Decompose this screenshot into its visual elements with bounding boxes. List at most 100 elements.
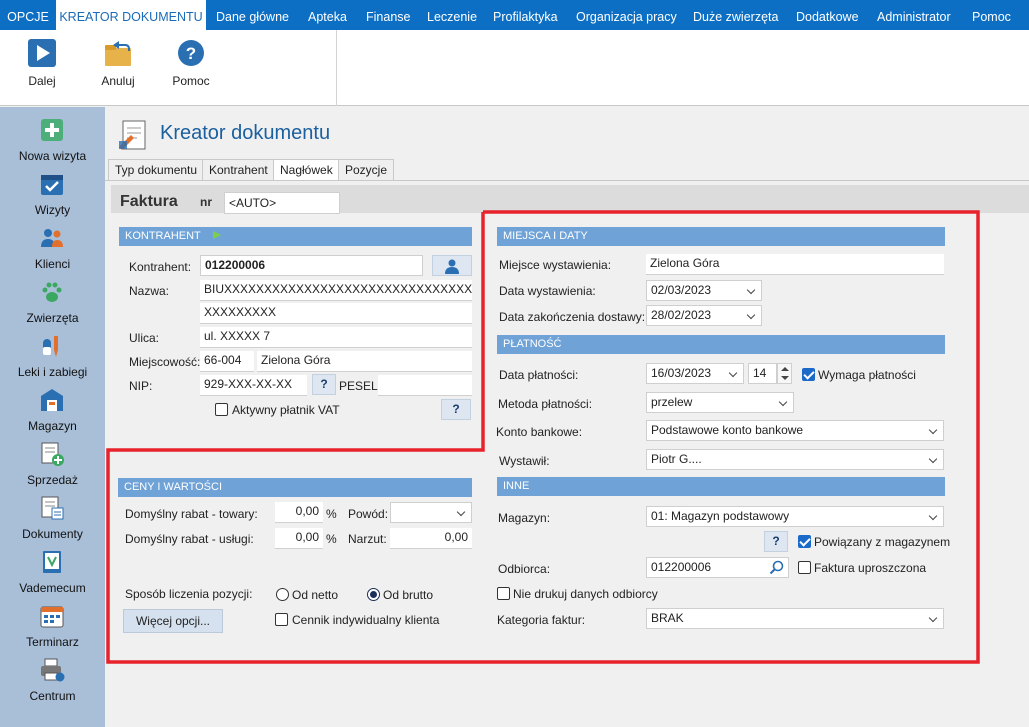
- menu-apteka[interactable]: Apteka: [308, 0, 347, 30]
- issuer-label: Wystawił:: [499, 454, 550, 468]
- sidebar-item-vademecum[interactable]: Vademecum: [0, 547, 105, 601]
- menu-leczenie[interactable]: Leczenie: [427, 0, 477, 30]
- bank-account-select[interactable]: Podstawowe konto bankowe: [646, 420, 944, 441]
- menu-kreator-dokumentu[interactable]: KREATOR DOKUMENTU: [56, 0, 206, 30]
- vat-payer-label: Aktywny płatnik VAT: [232, 403, 340, 417]
- simplified-invoice-checkbox[interactable]: [798, 561, 811, 574]
- pesel-label: PESEL:: [339, 379, 382, 393]
- payment-days-input[interactable]: 14: [748, 363, 777, 384]
- tab-kontrahent[interactable]: Kontrahent: [202, 159, 275, 180]
- sidebar-item-sprzedaz[interactable]: Sprzedaż: [0, 439, 105, 493]
- sidebar-item-zwierzeta[interactable]: Zwierzęta: [0, 277, 105, 331]
- rabat-towary-label: Domyślny rabat - towary:: [125, 507, 258, 521]
- payment-method-label: Metoda płatności:: [498, 397, 593, 411]
- requires-payment-checkbox[interactable]: [802, 368, 815, 381]
- menu-organizacja-pracy[interactable]: Organizacja pracy: [576, 0, 677, 30]
- play-icon: [28, 39, 56, 67]
- delivery-date-picker[interactable]: 28/02/2023: [646, 305, 762, 326]
- issue-date-picker[interactable]: 02/03/2023: [646, 280, 762, 301]
- no-print-recipient-label: Nie drukuj danych odbiorcy: [513, 587, 658, 601]
- menu-administrator[interactable]: Administrator: [877, 0, 951, 30]
- payment-days-stepper[interactable]: [777, 363, 792, 384]
- rabat-uslugi-input[interactable]: 0,00: [275, 528, 323, 549]
- percent-uslugi: %: [326, 532, 337, 546]
- place-input[interactable]: Zielona Góra: [646, 254, 944, 275]
- menu-opcje[interactable]: OPCJE: [0, 0, 56, 30]
- sidebar-item-wizyty[interactable]: Wizyty: [0, 169, 105, 223]
- new-visit-icon: [41, 119, 63, 141]
- brutto-radio[interactable]: [367, 588, 380, 601]
- search-icon[interactable]: [769, 560, 784, 575]
- sidebar-item-nowa-wizyta[interactable]: Nowa wizyta: [0, 115, 105, 169]
- document-add-icon: [41, 442, 64, 466]
- contractor-input[interactable]: 012200006: [200, 255, 423, 276]
- sidebar-item-label: Terminarz: [26, 635, 79, 649]
- menu-profilaktyka[interactable]: Profilaktyka: [493, 0, 558, 30]
- street-input[interactable]: ul. XXXXX 7: [200, 327, 472, 348]
- sidebar-item-label: Nowa wizyta: [18, 149, 87, 163]
- menu-dodatkowe[interactable]: Dodatkowe: [796, 0, 859, 30]
- odbiorca-input[interactable]: 012200006: [646, 557, 789, 578]
- sidebar-item-leki-i-zabiegi[interactable]: Leki i zabiegi: [0, 331, 105, 385]
- issuer-select[interactable]: Piotr G....: [646, 449, 944, 470]
- sidebar-item-klienci[interactable]: Klienci: [0, 223, 105, 277]
- ribbon-separator: [336, 30, 337, 106]
- sidebar-item-terminarz[interactable]: Terminarz: [0, 601, 105, 655]
- vat-help-button[interactable]: ?: [441, 399, 471, 420]
- postal-code-input[interactable]: 66-004: [200, 351, 254, 372]
- more-options-button[interactable]: Więcej opcji...: [123, 609, 223, 633]
- svg-text:?: ?: [186, 44, 196, 63]
- category-label: Kategoria faktur:: [497, 613, 586, 627]
- sidebar-item-dokumenty[interactable]: Dokumenty: [0, 493, 105, 547]
- select-contractor-button[interactable]: [432, 255, 472, 276]
- document-number-input[interactable]: <AUTO>: [224, 192, 340, 214]
- category-select[interactable]: BRAK: [646, 608, 944, 629]
- medicine-icon: [43, 336, 58, 357]
- no-print-recipient-checkbox[interactable]: [497, 587, 510, 600]
- rabat-towary-input[interactable]: 0,00: [275, 502, 323, 523]
- percent-towary: %: [326, 507, 337, 521]
- tab-naglowek[interactable]: Nagłówek: [273, 159, 340, 181]
- menu-dane-glowne[interactable]: Dane główne: [216, 0, 289, 30]
- netto-radio[interactable]: [276, 588, 289, 601]
- linked-warehouse-checkbox[interactable]: [798, 535, 811, 548]
- sidebar-item-centrum[interactable]: Centrum: [0, 655, 105, 709]
- pesel-input[interactable]: [378, 375, 472, 396]
- linked-warehouse-label: Powiązany z magazynem: [814, 535, 951, 549]
- sidebar-item-label: Centrum: [29, 689, 76, 703]
- name-line2-input[interactable]: XXXXXXXXX: [200, 303, 472, 324]
- sidebar: Nowa wizyta Wizyty Klienci Zwierzęta Lek…: [0, 107, 105, 727]
- payment-date-picker[interactable]: 16/03/2023: [646, 363, 744, 384]
- city-label: Miejscowość:: [129, 355, 201, 369]
- cancel-button[interactable]: Anuluj: [88, 34, 148, 100]
- miejsca-header: MIEJSCA I DATY: [497, 227, 945, 246]
- payment-method-select[interactable]: przelew: [646, 392, 794, 413]
- menu-duze-zwierzeta[interactable]: Duże zwierzęta: [693, 0, 778, 30]
- delivery-date-label: Data zakończenia dostawy:: [499, 310, 646, 324]
- magazyn-help-button[interactable]: ?: [764, 531, 788, 552]
- city-input[interactable]: Zielona Góra: [257, 351, 472, 372]
- sidebar-item-label: Wizyty: [34, 203, 71, 217]
- sidebar-item-magazyn[interactable]: Magazyn: [0, 385, 105, 439]
- nip-help-button[interactable]: ?: [312, 374, 336, 395]
- magazyn-select[interactable]: 01: Magazyn podstawowy: [646, 506, 944, 527]
- users-icon: [41, 229, 63, 247]
- cennik-checkbox[interactable]: [275, 613, 288, 626]
- next-button[interactable]: Dalej: [12, 34, 72, 100]
- tab-typ-dokumentu[interactable]: Typ dokumentu: [108, 159, 205, 180]
- tab-pozycje[interactable]: Pozycje: [338, 159, 395, 180]
- help-button[interactable]: ? Pomoc: [161, 34, 221, 100]
- menu-finanse[interactable]: Finanse: [366, 0, 410, 30]
- vat-payer-checkbox[interactable]: [215, 403, 228, 416]
- odbiorca-value: 012200006: [651, 560, 712, 574]
- powod-select[interactable]: [390, 502, 472, 523]
- narzut-input[interactable]: 0,00: [390, 528, 472, 549]
- menu-pomoc[interactable]: Pomoc: [972, 0, 1011, 30]
- cennik-label: Cennik indywidualny klienta: [292, 613, 440, 627]
- kontrahent-header: KONTRAHENT: [119, 227, 472, 246]
- sidebar-item-label: Leki i zabiegi: [17, 365, 88, 379]
- sidebar-item-label: Vademecum: [19, 581, 86, 595]
- name-line1-input[interactable]: BIUXXXXXXXXXXXXXXXXXXXXXXXXXXXXXXXXXXXXX…: [200, 280, 472, 301]
- nip-input[interactable]: 929-XXX-XX-XX: [200, 375, 307, 396]
- go-arrow-icon[interactable]: [212, 230, 222, 240]
